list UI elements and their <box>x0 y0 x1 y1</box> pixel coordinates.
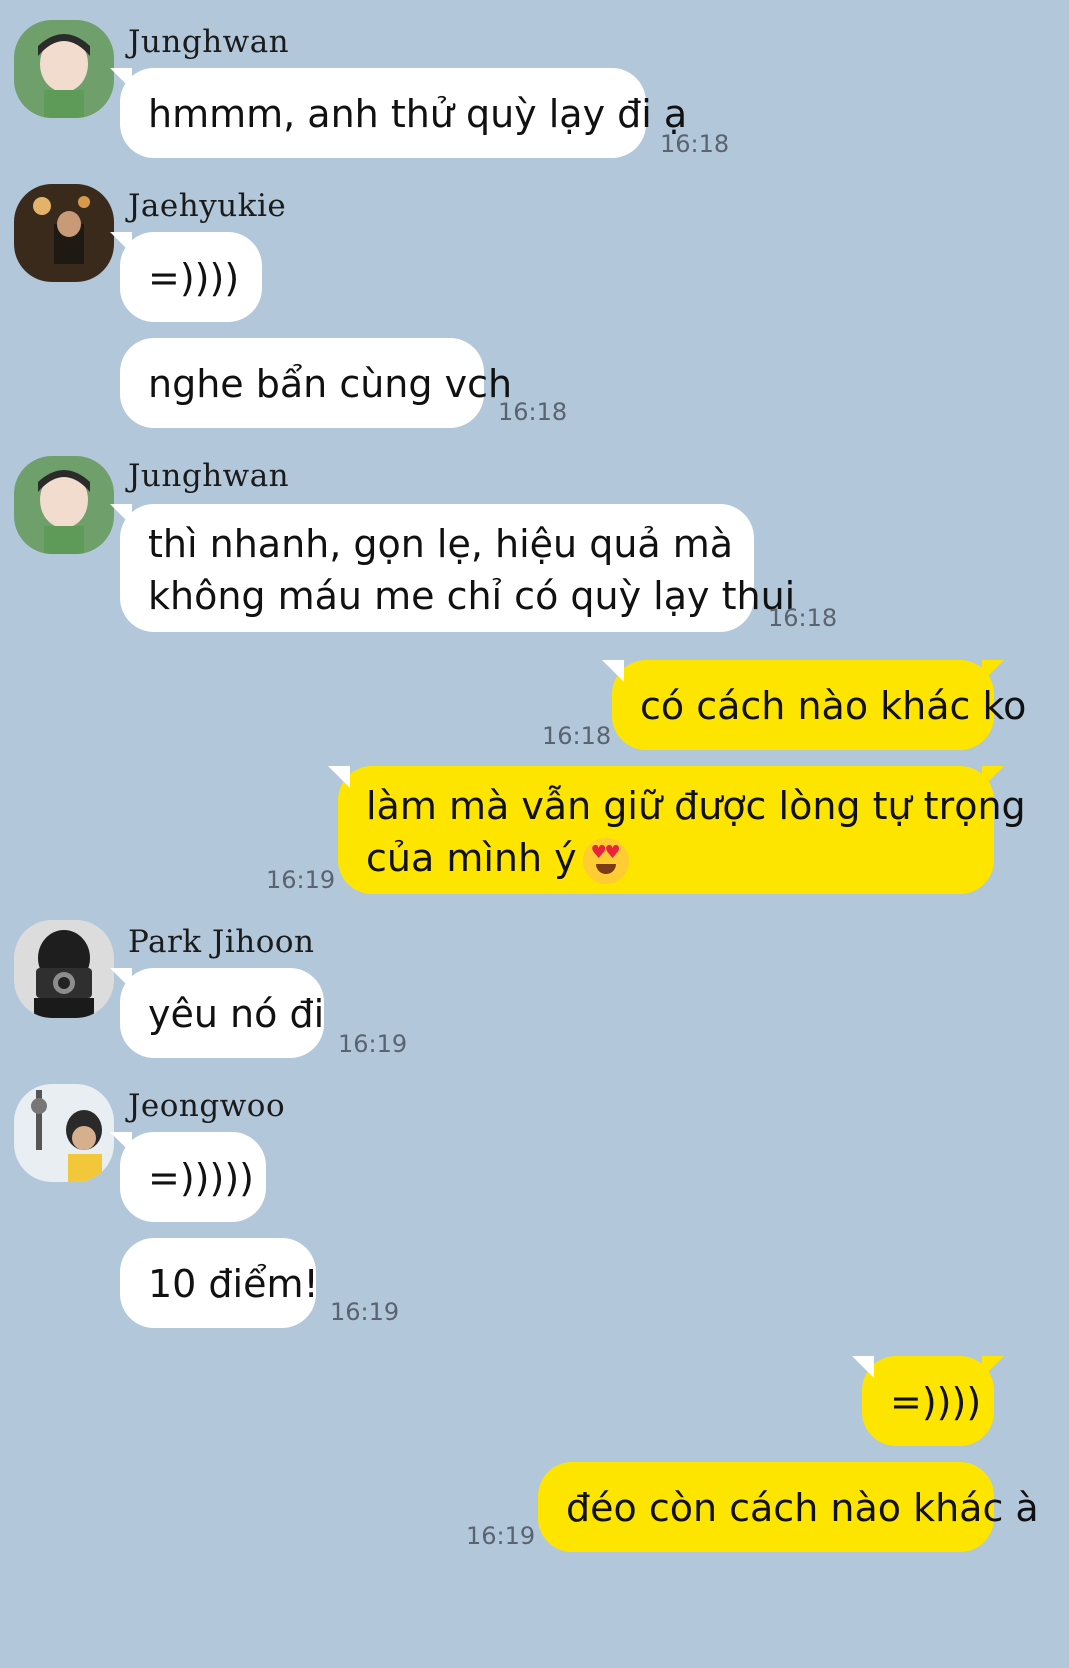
message-time: 16:19 <box>266 866 336 894</box>
message-time: 16:19 <box>338 1030 408 1058</box>
message-bubble[interactable]: nghe bẩn cùng vch <box>120 338 512 428</box>
message-bubble[interactable]: =))))) <box>110 1132 266 1222</box>
avatar-jeongwoo[interactable] <box>14 1084 114 1182</box>
sender-name: Jaehyukie <box>128 188 287 224</box>
message-time: 16:18 <box>498 398 568 426</box>
message-bubble[interactable]: thì nhanh, gọn lẹ, hiệu quả mà không máu… <box>110 504 796 632</box>
message-time: 16:18 <box>768 604 838 632</box>
message-text: =)))) <box>148 256 240 300</box>
message-text: có cách nào khác ko <box>640 684 1027 728</box>
chat-area[interactable]: Junghwan hmmm, anh thử quỳ lạy đi ạ 16:1… <box>0 0 1069 1668</box>
avatar-jaehyukie[interactable] <box>14 184 114 282</box>
message-bubble[interactable]: hmmm, anh thử quỳ lạy đi ạ <box>110 68 687 158</box>
sender-name: Junghwan <box>128 24 290 60</box>
message-bubble[interactable]: 10 điểm! <box>120 1238 319 1328</box>
avatar-junghwan[interactable] <box>14 20 114 118</box>
message-bubble-outgoing[interactable]: =)))) <box>852 1356 1004 1446</box>
message-time: 16:19 <box>330 1298 400 1326</box>
message-time: 16:18 <box>660 130 730 158</box>
avatar-junghwan[interactable] <box>14 456 114 554</box>
message-time: 16:18 <box>542 722 612 750</box>
message-time: 16:19 <box>466 1522 536 1550</box>
avatar-park-jihoon[interactable] <box>14 920 114 1018</box>
message-text: =)))) <box>890 1380 982 1424</box>
message-bubble-outgoing[interactable]: đéo còn cách nào khác à <box>538 1462 1039 1552</box>
message-text-line: làm mà vẫn giữ được lòng tự trọng <box>366 784 1026 828</box>
message-text-line: của mình ý <box>366 832 966 884</box>
message-text: đéo còn cách nào khác à <box>566 1486 1039 1530</box>
message-bubble-outgoing[interactable]: có cách nào khác ko <box>602 660 1026 750</box>
message-bubble-outgoing[interactable]: làm mà vẫn giữ được lòng tự trọng của mì… <box>328 766 1026 894</box>
message-text: của mình ý <box>366 836 577 880</box>
message-text: hmmm, anh thử quỳ lạy đi ạ <box>148 92 688 136</box>
message-bubble[interactable]: =)))) <box>110 232 262 322</box>
message-text-line: không máu me chỉ có quỳ lạy thui <box>148 574 796 618</box>
message-text: nghe bẩn cùng vch <box>148 362 513 406</box>
message-text: =))))) <box>148 1156 254 1200</box>
sender-name: Park Jihoon <box>128 924 315 960</box>
heart-eyes-emoji-icon <box>582 837 629 884</box>
sender-name: Jeongwoo <box>128 1088 286 1124</box>
message-text: 10 điểm! <box>148 1262 319 1306</box>
message-text: yêu nó đi <box>148 992 325 1036</box>
message-text-line: thì nhanh, gọn lẹ, hiệu quả mà <box>148 522 734 566</box>
message-bubble[interactable]: yêu nó đi <box>110 968 325 1058</box>
sender-name: Junghwan <box>128 458 290 494</box>
